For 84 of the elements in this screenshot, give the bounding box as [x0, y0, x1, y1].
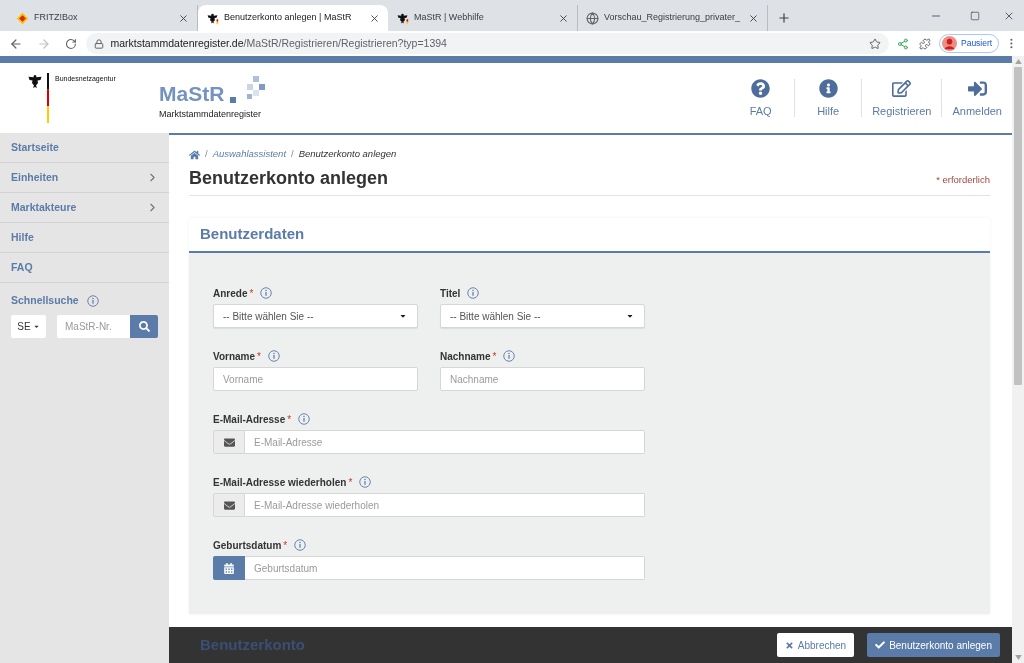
page-title: Benutzerkonto anlegen [189, 167, 389, 190]
info-icon[interactable] [294, 539, 307, 551]
info-icon[interactable] [267, 350, 280, 362]
search-button[interactable] [130, 314, 158, 338]
email-input[interactable]: E-Mail-Adresse wiederholen [245, 493, 645, 517]
quick-search-label: Schnellsuche [11, 293, 79, 308]
select-field[interactable]: -- Bitte wählen Sie -- [213, 304, 418, 328]
arrow-up-icon[interactable] [1014, 59, 1022, 64]
nav-link[interactable]: Registrieren [861, 79, 942, 117]
eagle-logo-icon [28, 73, 50, 123]
close-icon[interactable] [369, 12, 380, 24]
field-label: E-Mail-Adresse [213, 412, 286, 427]
breadcrumb-current: Benutzerkonto anlegen [298, 147, 397, 162]
field-label: E-Mail-Adresse wiederholen [213, 475, 347, 490]
caret-down-icon [626, 312, 634, 320]
globe-icon [586, 11, 599, 25]
field-label: Anrede [213, 286, 248, 301]
envelope-icon [223, 436, 235, 448]
arrow-down-icon[interactable] [1014, 655, 1022, 660]
check-icon [875, 640, 886, 650]
required-mark: * [492, 349, 497, 364]
calendar-addon[interactable] [213, 556, 245, 580]
field-label: Geburtsdatum [213, 538, 282, 553]
required-mark: * [287, 412, 292, 427]
avatar-icon [942, 36, 957, 51]
calendar-icon [224, 562, 234, 574]
cancel-button[interactable]: Abbrechen [776, 633, 855, 657]
eagle-icon [396, 11, 409, 25]
sign-in-icon [967, 79, 987, 98]
back-icon[interactable] [9, 36, 23, 51]
required-note: * erforderlich [936, 173, 990, 188]
breadcrumb-separator: / [291, 147, 294, 162]
info-icon[interactable] [298, 413, 311, 425]
forward-icon[interactable] [36, 36, 51, 51]
field-label: Titel [440, 286, 461, 301]
info-icon[interactable] [86, 294, 99, 307]
section-heading: Benutzerkonto [200, 634, 305, 655]
home-icon[interactable] [189, 149, 200, 160]
close-icon [784, 640, 794, 650]
caret-down-icon [399, 312, 407, 320]
nav-link[interactable]: Hilfe [794, 79, 862, 117]
logo-text: MaStR [159, 83, 225, 104]
puzzle-icon[interactable] [919, 37, 931, 50]
lock-icon [94, 38, 105, 49]
section-heading: Benutzerdaten [200, 224, 305, 245]
submit-button[interactable]: Benutzerkonto anlegen [867, 633, 1000, 657]
required-mark: * [249, 286, 254, 301]
share-icon[interactable] [897, 37, 910, 50]
maximize-icon[interactable] [969, 10, 980, 21]
close-icon[interactable] [178, 12, 189, 24]
date-input[interactable]: Geburtsdatum [245, 556, 645, 580]
nav-link[interactable]: FAQ [727, 79, 795, 117]
envelope-icon [223, 499, 235, 511]
info-icon[interactable] [503, 350, 516, 362]
required-mark: * [283, 538, 288, 553]
info-icon[interactable] [359, 476, 372, 488]
field-label: Vorname [213, 349, 256, 364]
field-label: Nachname [440, 349, 491, 364]
info-icon[interactable] [467, 287, 480, 299]
logo-subtitle: Marktstammdatenregister [159, 108, 263, 121]
reload-icon[interactable] [64, 37, 77, 50]
star-icon[interactable] [869, 37, 882, 50]
new-tab-icon[interactable] [777, 11, 791, 25]
search-icon [138, 320, 150, 332]
required-mark: * [348, 475, 353, 490]
edit-icon [892, 79, 912, 98]
search-input[interactable]: MaStR-Nr. [57, 314, 130, 338]
select-field[interactable]: -- Bitte wählen Sie -- [440, 304, 645, 328]
breadcrumb-link[interactable]: Auswahlassistent [212, 147, 287, 162]
eagle-icon [206, 11, 219, 25]
input-field[interactable]: Vorname [213, 367, 418, 391]
address-bar[interactable]: marktstammdatenregister.de/MaStR/Registrieren/Registrieren?typ=1394 [86, 33, 890, 54]
info-icon[interactable] [260, 287, 273, 299]
scrollbar[interactable] [1012, 56, 1024, 663]
browser-tab[interactable]: Benutzerkonto anlegen | MaStR [198, 5, 388, 31]
fritz-logo-icon [16, 11, 29, 25]
close-icon[interactable] [558, 12, 569, 24]
close-icon[interactable] [748, 12, 759, 24]
required-mark: * [257, 349, 261, 364]
breadcrumb-separator: / [205, 147, 208, 162]
email-input[interactable]: E-Mail-Adresse [245, 430, 645, 454]
url-text: marktstammdatenregister.de/MaStR/Registrieren/Registrieren?typ=1394 [110, 35, 448, 51]
input-field[interactable]: Nachname [440, 367, 645, 391]
search-type-select[interactable]: SE [11, 314, 46, 338]
